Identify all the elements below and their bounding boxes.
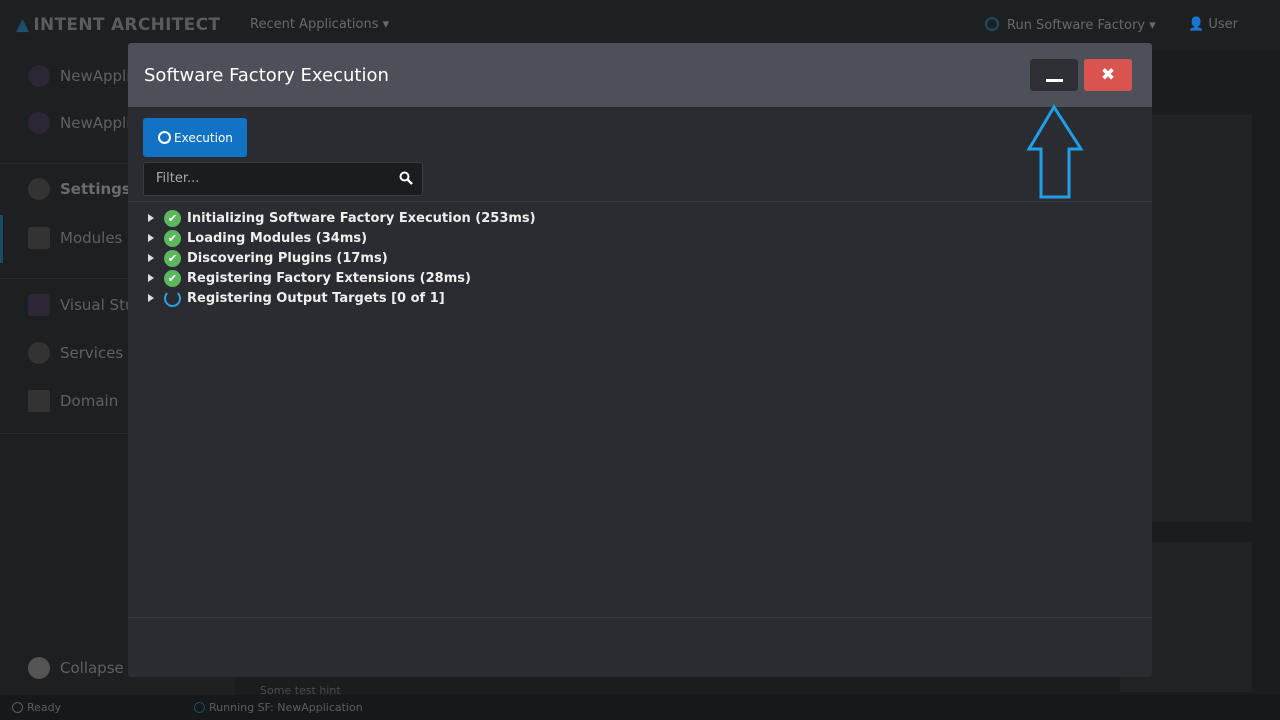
search-icon[interactable] bbox=[399, 171, 413, 185]
minimize-button[interactable] bbox=[1030, 59, 1078, 91]
expand-icon[interactable] bbox=[148, 234, 154, 242]
chevron-left-icon bbox=[28, 657, 50, 679]
expand-icon[interactable] bbox=[148, 254, 154, 262]
modal-title: Software Factory Execution bbox=[144, 65, 389, 86]
close-button[interactable]: ✖ bbox=[1084, 59, 1132, 91]
visual-studio-icon bbox=[28, 294, 50, 316]
sidebar-item-app-2[interactable]: NewApplic bbox=[28, 112, 139, 134]
services-icon bbox=[28, 342, 50, 364]
sidebar-item-domain[interactable]: Domain bbox=[28, 390, 118, 412]
status-ready: Ready bbox=[12, 701, 61, 714]
expand-icon[interactable] bbox=[148, 214, 154, 222]
status-running[interactable]: Running SF: NewApplication bbox=[194, 701, 363, 714]
expand-icon[interactable] bbox=[148, 294, 154, 302]
check-icon: ✔ bbox=[164, 229, 181, 247]
recent-applications-menu[interactable]: Recent Applications ▾ bbox=[250, 17, 389, 32]
check-icon: ✔ bbox=[164, 209, 181, 227]
run-software-factory-button[interactable]: Run Software Factory ▾ bbox=[985, 17, 1156, 33]
log-step[interactable]: Registering Output Targets [0 of 1] bbox=[148, 288, 536, 308]
spinner-icon bbox=[158, 131, 171, 144]
check-icon: ✔ bbox=[164, 249, 181, 267]
sidebar-item-settings[interactable]: Settings bbox=[28, 178, 131, 200]
spinner-icon bbox=[985, 17, 999, 31]
sidebar-item-services[interactable]: Services bbox=[28, 342, 123, 364]
execution-tab[interactable]: Execution bbox=[143, 118, 247, 157]
expand-icon[interactable] bbox=[148, 274, 154, 282]
filter-input[interactable] bbox=[144, 163, 384, 194]
app-icon bbox=[28, 112, 50, 134]
status-bar: Ready Running SF: NewApplication bbox=[0, 695, 1280, 720]
execution-log-tree: ✔ Initializing Software Factory Execution… bbox=[148, 208, 536, 308]
modal-header: Software Factory Execution ✖ bbox=[128, 43, 1152, 107]
filter-field[interactable] bbox=[143, 162, 423, 196]
sidebar-item-app-1[interactable]: NewAppli bbox=[28, 65, 130, 87]
log-step[interactable]: ✔ Discovering Plugins (17ms) bbox=[148, 248, 536, 268]
sidebar-item-visual-studio[interactable]: Visual Stu bbox=[28, 294, 134, 316]
log-step[interactable]: ✔ Loading Modules (34ms) bbox=[148, 228, 536, 248]
log-step[interactable]: ✔ Registering Factory Extensions (28ms) bbox=[148, 268, 536, 288]
gear-icon bbox=[28, 178, 50, 200]
software-factory-modal: Software Factory Execution ✖ Execution ✔… bbox=[128, 43, 1152, 677]
domain-icon bbox=[28, 390, 50, 412]
app-logo: ▲ INTENT ARCHITECT bbox=[16, 15, 221, 35]
user-menu[interactable]: 👤 User bbox=[1188, 17, 1238, 32]
minimize-icon bbox=[1046, 79, 1063, 82]
log-step[interactable]: ✔ Initializing Software Factory Execution… bbox=[148, 208, 536, 228]
check-icon: ✔ bbox=[164, 269, 181, 287]
close-icon: ✖ bbox=[1100, 65, 1116, 85]
arrow-up-annotation-icon bbox=[1026, 104, 1084, 199]
spinner-icon bbox=[164, 289, 181, 307]
modules-icon bbox=[28, 227, 50, 249]
app-icon bbox=[28, 65, 50, 87]
collapse-button[interactable]: Collapse bbox=[28, 657, 124, 679]
sidebar-item-modules[interactable]: Modules bbox=[28, 227, 122, 249]
